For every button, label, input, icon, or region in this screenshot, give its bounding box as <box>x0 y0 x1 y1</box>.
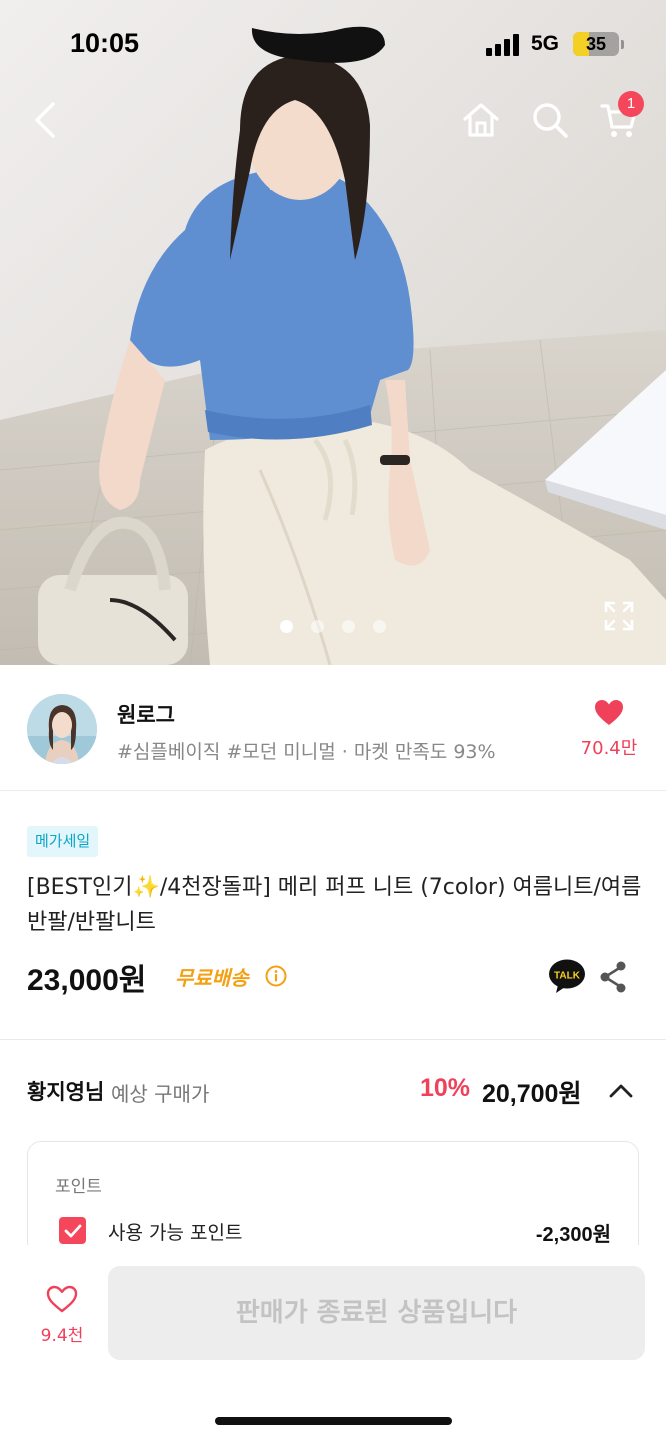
gallery-dot[interactable] <box>311 620 324 633</box>
avatar-image <box>27 694 97 764</box>
point-item-label: 사용 가능 포인트 <box>108 1222 243 1244</box>
divider <box>0 1039 666 1040</box>
gallery-dot[interactable] <box>373 620 386 633</box>
wish-button[interactable]: 9.4천 <box>26 1285 98 1346</box>
talk-label: TALK <box>554 971 581 982</box>
gallery-pagination[interactable] <box>280 620 386 633</box>
seller-avatar[interactable] <box>27 694 97 764</box>
battery-tip <box>621 40 624 49</box>
heart-filled-icon <box>595 700 623 725</box>
sold-out-button: 판매가 종료된 상품입니다 <box>108 1266 645 1360</box>
expected-price-label: 예상 구매가 <box>111 1082 210 1106</box>
shipping-label: 무료배송 <box>175 966 249 990</box>
share-icon <box>600 961 626 993</box>
collapse-button[interactable] <box>606 1078 636 1104</box>
info-icon <box>265 965 287 987</box>
seller-name[interactable]: 원로그 <box>117 699 175 729</box>
chevron-up-icon <box>609 1084 633 1098</box>
point-item-value: -2,300원 <box>535 1224 611 1246</box>
use-point-checkbox[interactable] <box>59 1217 86 1244</box>
gallery-dot[interactable] <box>280 620 293 633</box>
product-price: 23,000원 <box>27 964 147 997</box>
seller-tags: #심플베이직 #모던 미니멀 · 마켓 만족도 93% <box>117 741 496 763</box>
search-icon <box>533 103 568 138</box>
bottom-action-bar: 9.4천 판매가 종료된 상품입니다 <box>0 1245 666 1440</box>
battery-icon: 35 <box>573 32 619 56</box>
point-title: 포인트 <box>55 1177 102 1197</box>
heart-outline-icon <box>46 1285 78 1313</box>
expected-price: 20,700원 <box>482 1080 582 1108</box>
wish-count: 9.4천 <box>40 1326 84 1346</box>
shipping-info-button[interactable] <box>265 965 287 987</box>
sale-badge: 메가세일 <box>27 826 99 857</box>
status-time: 10:05 <box>70 28 140 58</box>
expand-button[interactable] <box>603 600 635 632</box>
chevron-left-icon <box>35 102 55 138</box>
home-button[interactable] <box>457 96 505 144</box>
shop-like-count: 70.4만 <box>580 738 638 759</box>
check-icon <box>64 1224 81 1237</box>
expected-discount-rate: 10% <box>420 1074 471 1102</box>
network-type: 5G <box>531 32 560 55</box>
seller-row[interactable]: 원로그 #심플베이직 #모던 미니멀 · 마켓 만족도 93% 70.4만 <box>0 665 666 791</box>
share-button[interactable] <box>597 960 629 994</box>
kakao-talk-button[interactable]: TALK <box>548 958 586 994</box>
expand-icon <box>604 601 634 631</box>
expected-user-name: 황지영님 <box>27 1080 105 1104</box>
shop-like-button[interactable]: 70.4만 <box>572 699 646 760</box>
status-bar: 10:05 5G 35 <box>0 0 666 90</box>
search-button[interactable] <box>526 96 574 144</box>
talk-icon: TALK <box>549 959 585 993</box>
gallery-dot[interactable] <box>342 620 355 633</box>
battery-level: 35 <box>585 34 607 54</box>
back-button[interactable] <box>22 96 70 144</box>
product-title: [BEST인기✨/4천장돌파] 메리 퍼프 니트 (7color) 여름니트/여… <box>27 875 642 935</box>
cart-count-badge: 1 <box>618 91 644 117</box>
home-icon <box>463 103 499 137</box>
signal-icon <box>486 34 522 56</box>
home-indicator[interactable] <box>215 1417 452 1425</box>
product-image-gallery[interactable]: 10:05 5G 35 1 <box>0 0 666 665</box>
